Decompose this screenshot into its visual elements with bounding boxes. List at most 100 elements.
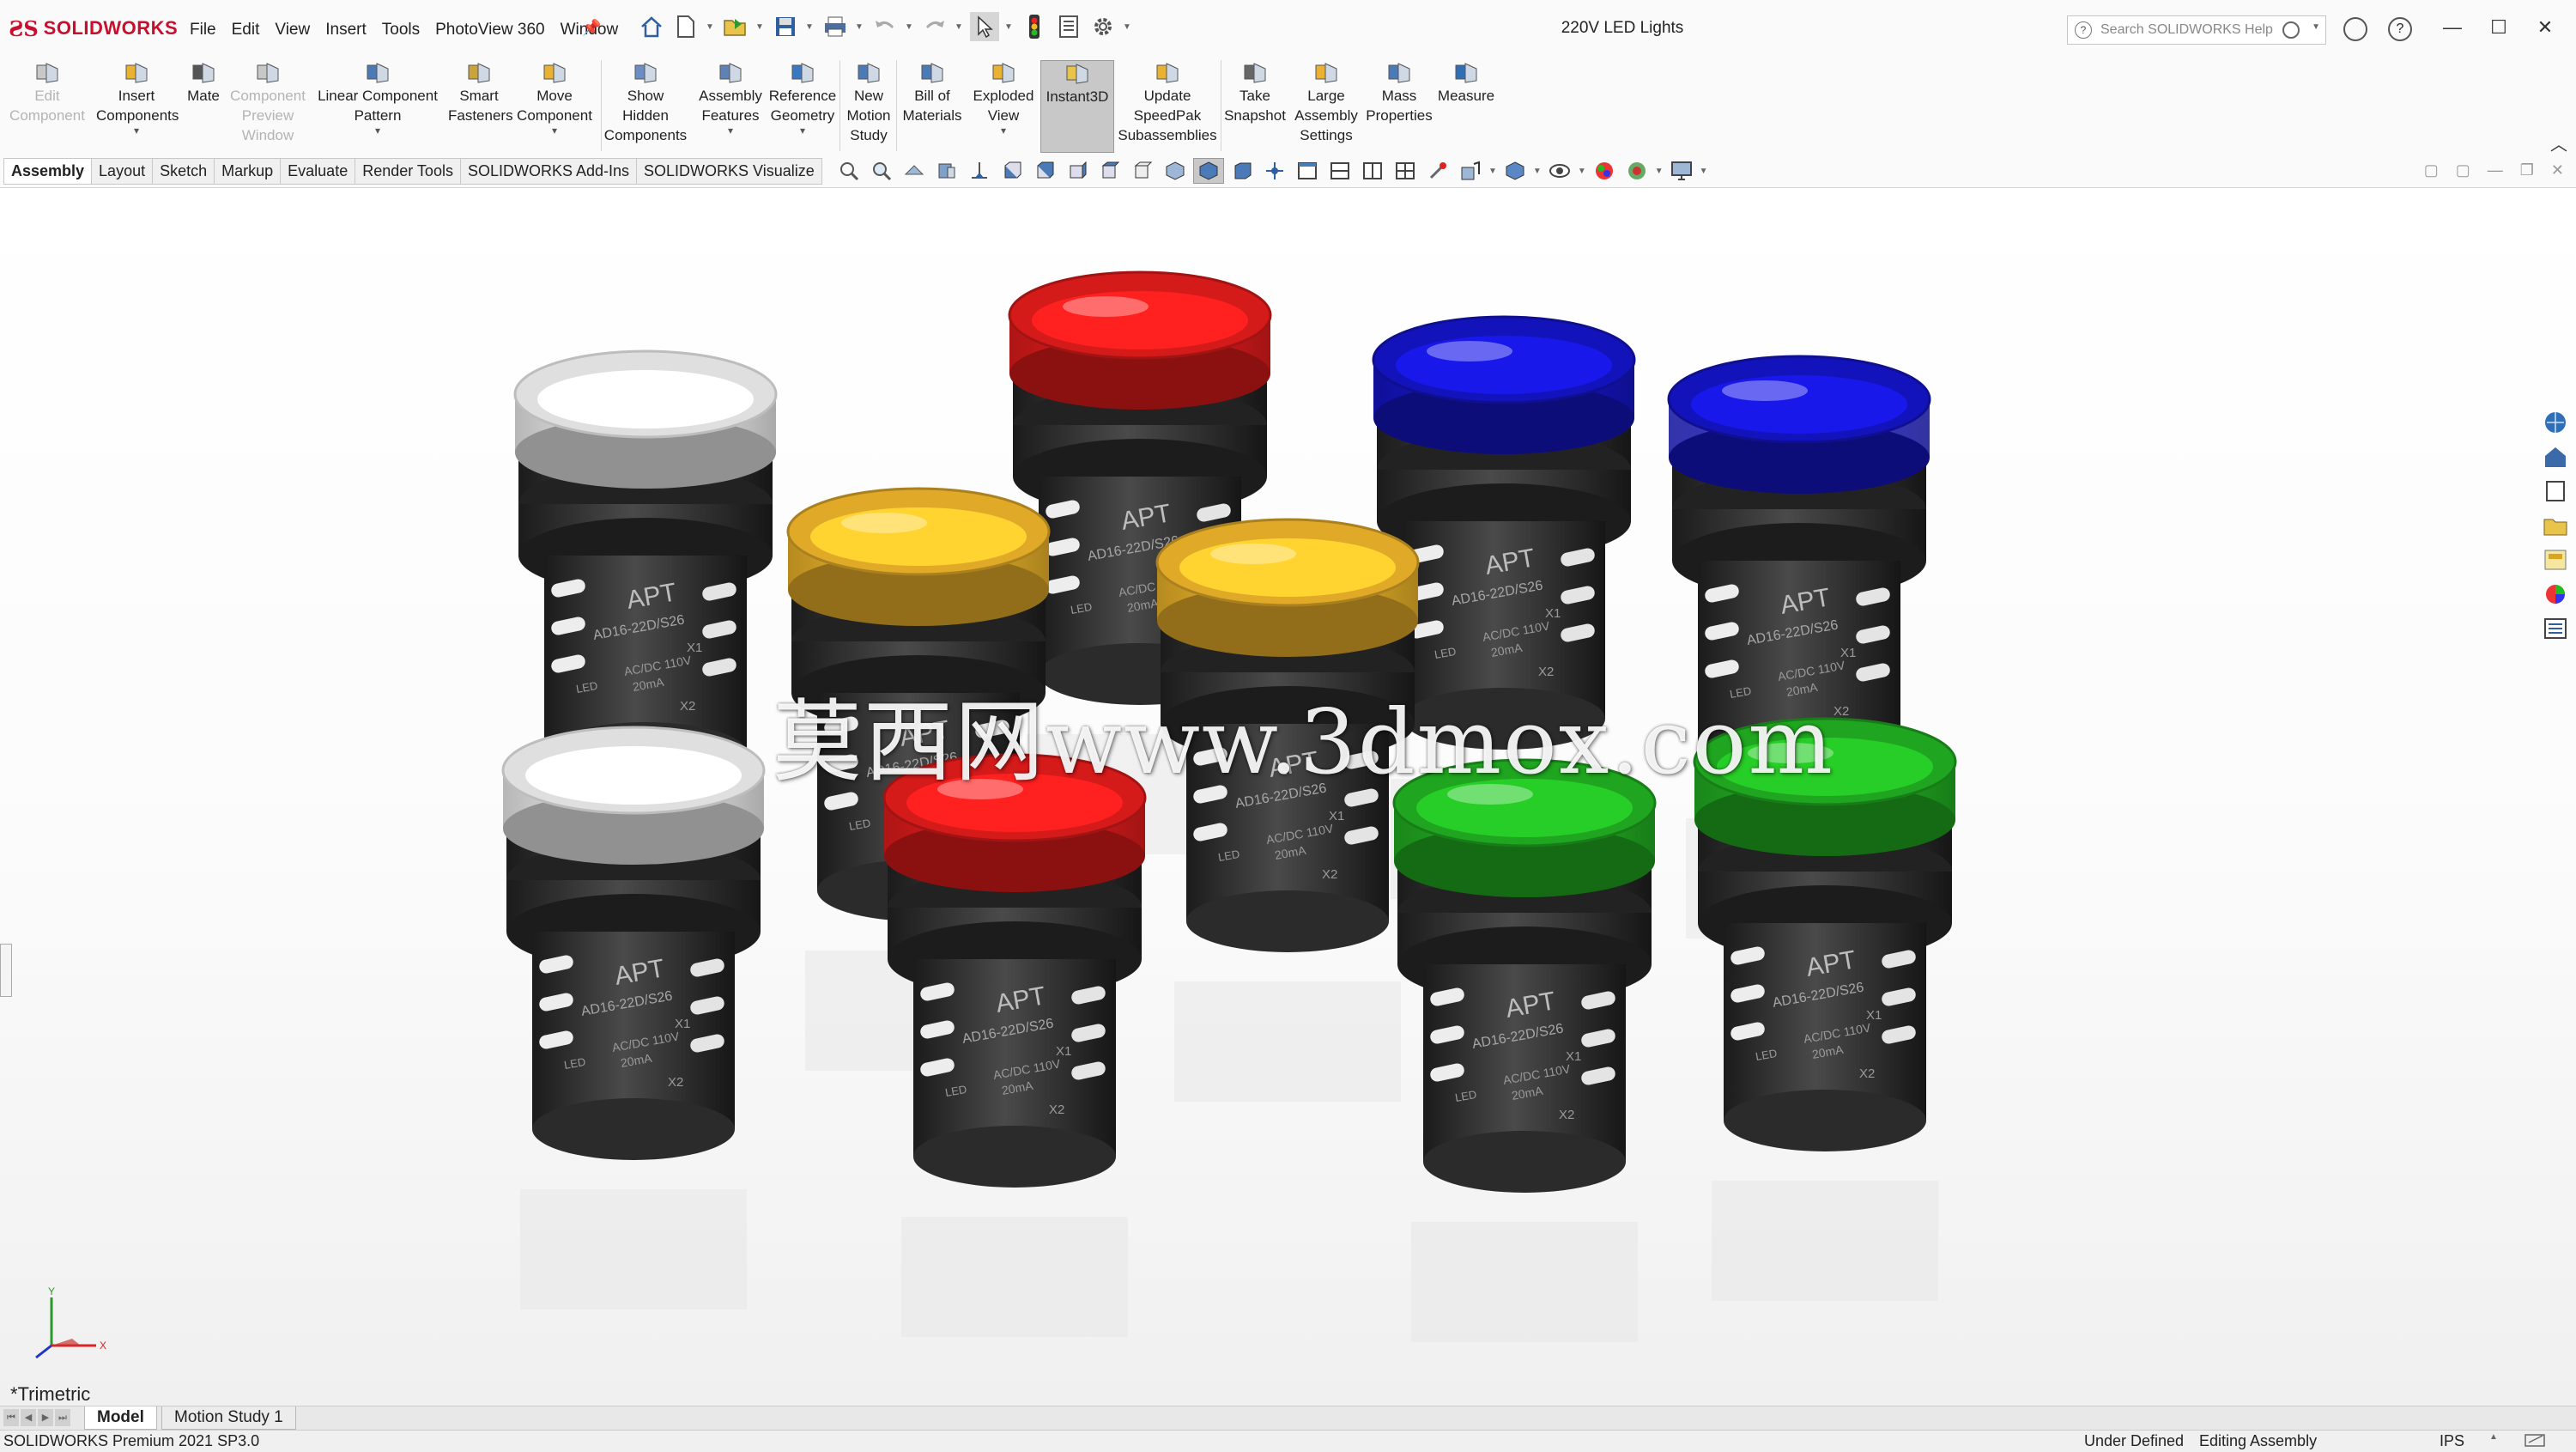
display-style-icon[interactable] — [1500, 159, 1530, 183]
chevron-down-icon[interactable]: ▾ — [968, 125, 1039, 136]
led-indicator-light-green[interactable]: APTAD16-22D/S26AC/DC 110V20mALEDX1X2 — [1693, 717, 1957, 1301]
chevron-down-icon[interactable]: ▾ — [513, 125, 596, 136]
previous-view-icon[interactable] — [900, 159, 929, 183]
instant3d-button[interactable]: Instant3D — [1040, 60, 1114, 153]
tab-render-tools[interactable]: Render Tools — [355, 158, 461, 185]
options-gear-icon[interactable] — [1088, 12, 1118, 41]
chevron-down-icon[interactable]: ▼ — [1700, 167, 1708, 176]
two-view-vertical-icon[interactable] — [1358, 159, 1387, 183]
view-back-icon[interactable] — [1030, 159, 1059, 183]
new-motion-study-button[interactable]: New Motion Study — [843, 60, 894, 145]
led-indicator-light-green[interactable]: APTAD16-22D/S26AC/DC 110V20mALEDX1X2 — [1392, 758, 1657, 1342]
menu-file[interactable]: File — [182, 15, 224, 45]
chevron-down-icon[interactable]: ▼ — [1123, 22, 1133, 32]
menu-view[interactable]: View — [267, 15, 318, 45]
tab-assembly[interactable]: Assembly — [3, 158, 93, 185]
list-properties-icon[interactable] — [2542, 616, 2571, 643]
file-explorer-icon[interactable] — [2542, 478, 2571, 506]
move-component-button[interactable]: Move Component ▾ — [513, 60, 596, 136]
exploded-view-button[interactable]: Exploded View ▾ — [968, 60, 1039, 136]
chevron-down-icon[interactable]: ▼ — [1578, 167, 1586, 176]
maximize-icon[interactable]: ☐ — [2478, 12, 2519, 43]
led-indicator-light-white[interactable]: APTAD16-22D/S26AC/DC 110V20mALEDX1X2 — [501, 726, 766, 1309]
chevron-down-icon[interactable]: ▼ — [1004, 22, 1015, 32]
tab-model[interactable]: Model — [84, 1406, 157, 1430]
undo-icon[interactable] — [870, 12, 900, 41]
dynamic-annotation-icon[interactable] — [965, 159, 994, 183]
appearances-scenes-icon[interactable] — [2542, 547, 2571, 574]
chevron-down-icon[interactable]: ▼ — [706, 22, 716, 32]
view-front-icon[interactable] — [997, 159, 1027, 183]
doc-restore-icon[interactable]: ❐ — [2520, 161, 2534, 179]
file-properties-icon[interactable] — [1054, 12, 1083, 41]
units-selector[interactable]: IPS — [2440, 1432, 2464, 1450]
tab-sketch[interactable]: Sketch — [153, 158, 215, 185]
help-icon[interactable]: ? — [2388, 17, 2412, 41]
smart-fasteners-button[interactable]: Smart Fasteners — [448, 60, 513, 125]
component-preview-window-button[interactable]: Component Preview Window — [228, 60, 307, 145]
hide-show-items-icon[interactable] — [1545, 159, 1574, 183]
view-trimetric-icon[interactable] — [1193, 158, 1224, 184]
solidworks-logo[interactable]: ƧS SOLIDWORKS — [9, 15, 178, 41]
menu-photoview360[interactable]: PhotoView 360 — [427, 15, 552, 45]
search-help-input[interactable]: ? Search SOLIDWORKS Help ▼ — [2067, 15, 2326, 45]
tab-evaluate[interactable]: Evaluate — [281, 158, 356, 185]
chevron-down-icon[interactable]: ▼ — [755, 22, 766, 32]
rebuild-traffic-light-icon[interactable] — [1020, 12, 1049, 41]
chevron-down-icon[interactable]: ▼ — [905, 22, 915, 32]
mate-button[interactable]: Mate — [182, 60, 225, 106]
reference-geometry-button[interactable]: Reference Geometry ▾ — [767, 60, 838, 136]
edit-component-button[interactable]: Edit Component — [9, 60, 86, 125]
large-assembly-settings-button[interactable]: Large Assembly Settings — [1289, 60, 1363, 145]
close-icon[interactable]: ✕ — [2524, 12, 2566, 43]
print-icon[interactable] — [821, 12, 850, 41]
single-view-icon[interactable] — [1293, 159, 1322, 183]
view-orientation-icon[interactable] — [1456, 159, 1485, 183]
view-dimetric-icon[interactable] — [1227, 159, 1257, 183]
chevron-down-icon[interactable]: ▼ — [1533, 167, 1542, 176]
pin-menu-icon[interactable]: 📌 — [582, 19, 601, 37]
dock-right-icon[interactable]: ▢ — [2456, 161, 2470, 179]
chevron-down-icon[interactable]: ▼ — [805, 22, 815, 32]
chevron-down-icon[interactable]: ▲ — [2489, 1432, 2498, 1442]
apply-scene-icon[interactable] — [1622, 159, 1652, 183]
account-icon[interactable] — [2343, 17, 2367, 41]
select-cursor-icon[interactable] — [970, 12, 999, 41]
first-tab-arrow-icon[interactable]: ⏮ — [3, 1409, 19, 1426]
save-icon[interactable] — [771, 12, 800, 41]
doc-close-icon[interactable]: ✕ — [2551, 161, 2564, 179]
chevron-down-icon[interactable]: ▼ — [855, 22, 865, 32]
chevron-down-icon[interactable]: ▾ — [96, 125, 177, 136]
chevron-down-icon[interactable]: ▼ — [2312, 22, 2320, 32]
solidworks-resources-icon[interactable] — [2542, 410, 2571, 437]
led-indicator-light-red[interactable]: APTAD16-22D/S26AC/DC 110V20mALEDX1X2 — [882, 753, 1147, 1337]
custom-properties-icon[interactable] — [2542, 581, 2571, 609]
bill-of-materials-button[interactable]: Bill of Materials — [898, 60, 967, 125]
feature-manager-expand-handle[interactable] — [0, 944, 12, 997]
view-top-icon[interactable] — [1128, 159, 1157, 183]
menu-insert[interactable]: Insert — [318, 15, 374, 45]
tab-solidworks-add-ins[interactable]: SOLIDWORKS Add-Ins — [460, 158, 638, 185]
home-icon[interactable] — [637, 12, 666, 41]
insert-components-button[interactable]: Insert Components ▾ — [96, 60, 179, 136]
two-view-horizontal-icon[interactable] — [1325, 159, 1355, 183]
tab-motion-study-1[interactable]: Motion Study 1 — [161, 1406, 296, 1430]
minimize-icon[interactable]: — — [2432, 12, 2473, 43]
edit-appearance-icon[interactable] — [1590, 159, 1619, 183]
redo-icon[interactable] — [920, 12, 949, 41]
chevron-down-icon[interactable]: ▾ — [767, 125, 838, 136]
chevron-down-icon[interactable]: ▼ — [1655, 167, 1664, 176]
mass-properties-button[interactable]: Mass Properties — [1365, 60, 1433, 125]
last-tab-arrow-icon[interactable]: ⏭ — [55, 1409, 70, 1426]
view-isometric-icon[interactable] — [1161, 159, 1190, 183]
new-document-icon[interactable] — [671, 12, 700, 41]
chevron-down-icon[interactable]: ▾ — [695, 125, 766, 136]
tab-layout[interactable]: Layout — [92, 158, 154, 185]
section-view-icon[interactable] — [932, 159, 961, 183]
view-normal-to-icon[interactable] — [1260, 159, 1289, 183]
linear-component-pattern-button[interactable]: Linear Component Pattern ▾ — [312, 60, 443, 136]
take-snapshot-button[interactable]: Take Snapshot — [1222, 60, 1288, 125]
view-palette-icon[interactable] — [2542, 513, 2571, 540]
rebuild-status-icon[interactable] — [2524, 1432, 2549, 1452]
previous-tab-arrow-icon[interactable]: ◀ — [21, 1409, 36, 1426]
